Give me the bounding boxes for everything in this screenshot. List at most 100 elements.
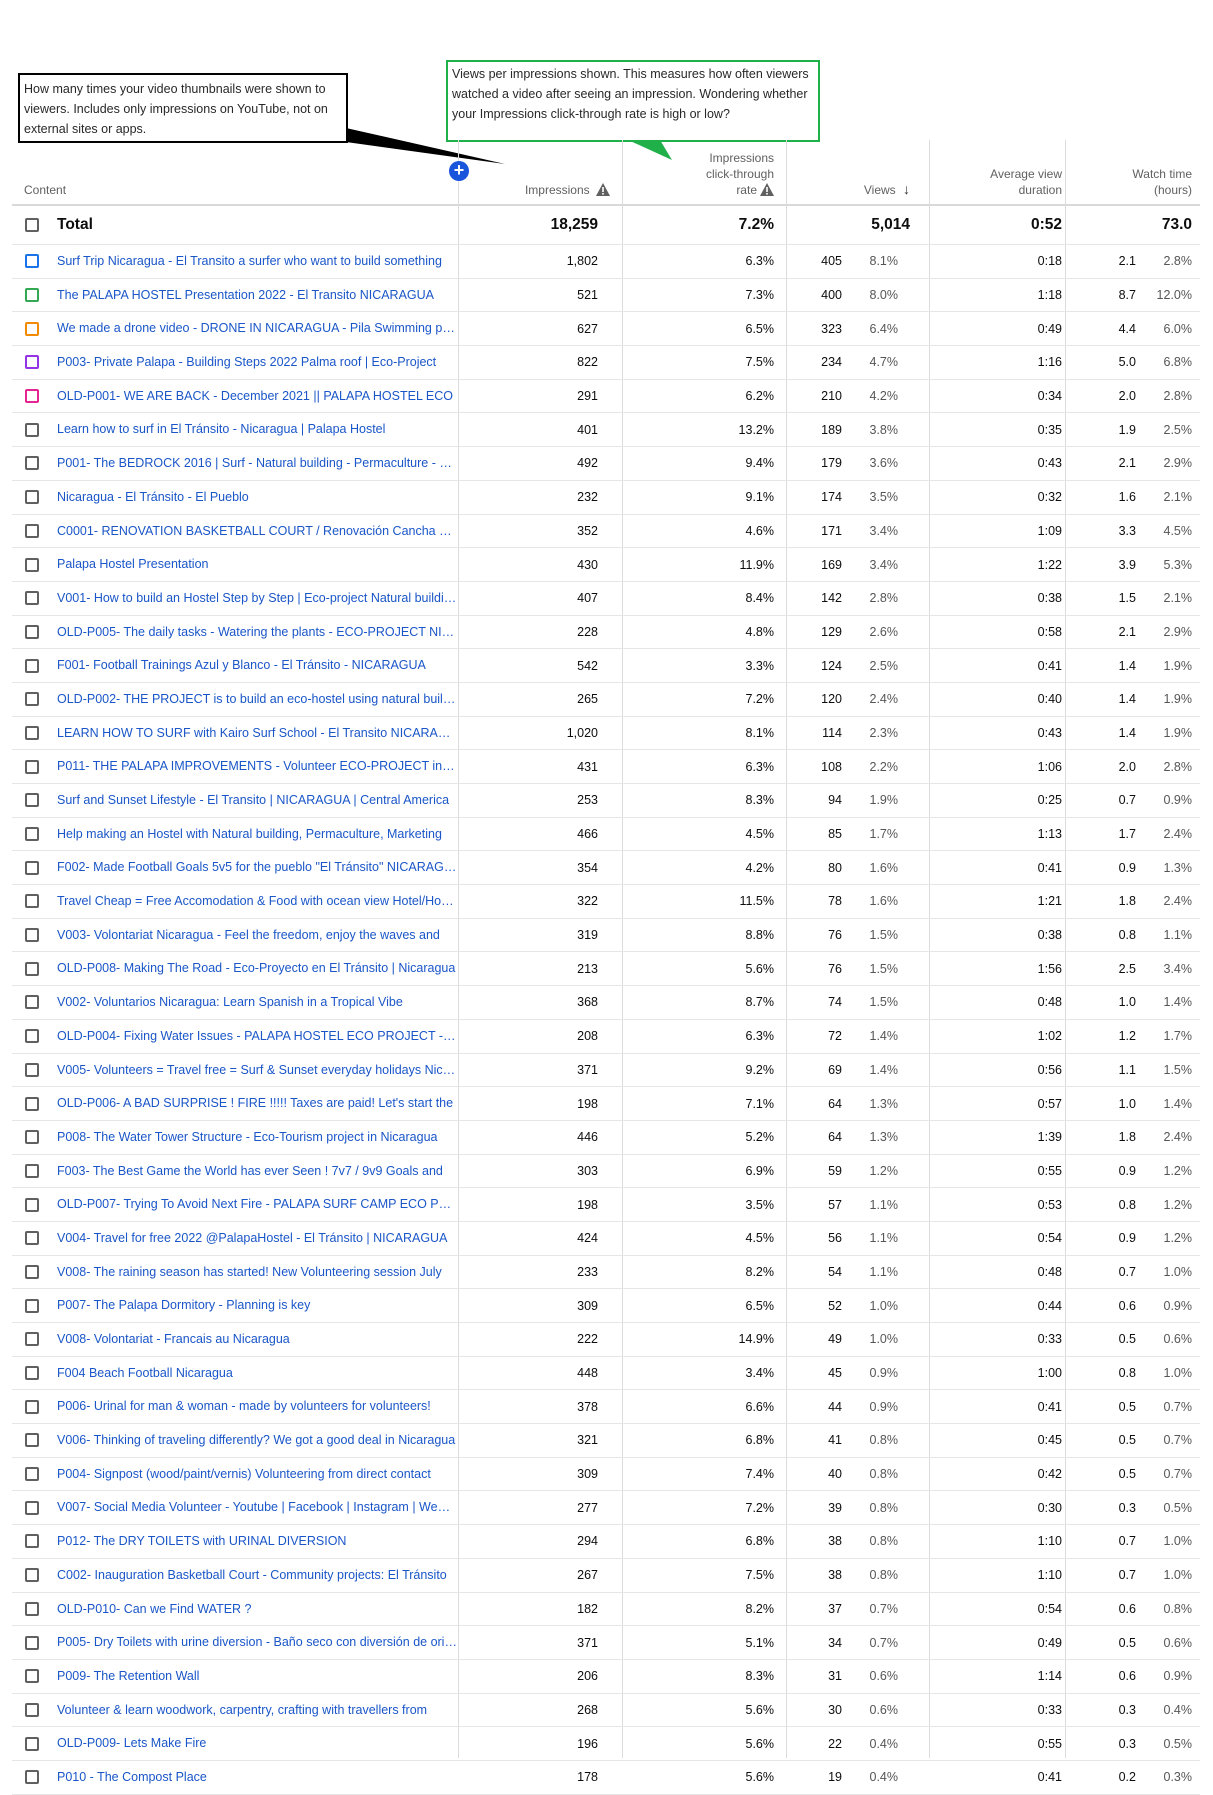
row-checkbox[interactable] [25,1635,39,1650]
video-title[interactable]: Nicaragua - El Tránsito - El Pueblo [57,481,457,514]
video-title[interactable]: V001- How to build an Hostel Step by Ste… [57,582,457,615]
row-checkbox[interactable] [25,1062,39,1077]
video-title[interactable]: P001- The BEDROCK 2016 | Surf - Natural … [57,447,457,480]
video-title[interactable]: P003- Private Palapa - Building Steps 20… [57,346,457,379]
row-checkbox-wrap[interactable] [25,481,43,514]
video-title[interactable]: The PALAPA HOSTEL Presentation 2022 - El… [57,279,457,312]
row-checkbox-wrap[interactable] [25,1660,43,1693]
video-title[interactable]: P005- Dry Toilets with urine diversion -… [57,1626,457,1659]
row-checkbox[interactable] [25,422,39,437]
row-checkbox-wrap[interactable] [25,380,43,413]
row-checkbox[interactable] [25,827,39,842]
video-title[interactable]: P012- The DRY TOILETS with URINAL DIVERS… [57,1525,457,1558]
row-checkbox-wrap[interactable] [25,1390,43,1423]
row-checkbox-wrap[interactable] [25,1593,43,1626]
row-checkbox[interactable] [25,1197,39,1212]
video-title[interactable]: OLD-P010- Can we Find WATER ? [57,1593,457,1626]
video-title[interactable]: C002- Inauguration Basketball Court - Co… [57,1559,457,1592]
row-checkbox-wrap[interactable] [25,1020,43,1053]
row-checkbox[interactable] [25,1231,39,1246]
header-impressions[interactable]: Impressions [458,182,610,198]
row-checkbox-wrap[interactable] [25,717,43,750]
header-watch-time[interactable]: Watch time (hours) [1078,166,1192,198]
row-checkbox-wrap[interactable] [25,1491,43,1524]
video-title[interactable]: P008- The Water Tower Structure - Eco-To… [57,1121,457,1154]
video-title[interactable]: P009- The Retention Wall [57,1660,457,1693]
total-checkbox-wrap[interactable] [25,206,43,244]
row-checkbox[interactable] [25,1601,39,1616]
row-checkbox-wrap[interactable] [25,312,43,345]
video-title[interactable]: Volunteer & learn woodwork, carpentry, c… [57,1694,457,1727]
row-checkbox[interactable] [25,1332,39,1347]
video-title[interactable]: V008- Volontariat - Francais au Nicaragu… [57,1323,457,1356]
row-checkbox[interactable] [25,692,39,707]
row-checkbox[interactable] [25,894,39,909]
row-checkbox[interactable] [25,1163,39,1178]
row-checkbox-wrap[interactable] [25,1559,43,1592]
video-title[interactable]: Surf and Sunset Lifestyle - El Transito … [57,784,457,817]
row-checkbox-wrap[interactable] [25,1323,43,1356]
row-checkbox[interactable] [25,355,39,370]
row-checkbox[interactable] [25,725,39,740]
video-title[interactable]: V004- Travel for free 2022 @PalapaHostel… [57,1222,457,1255]
row-checkbox-wrap[interactable] [25,1694,43,1727]
row-checkbox[interactable] [25,1264,39,1279]
row-checkbox-wrap[interactable] [25,885,43,918]
row-checkbox-wrap[interactable] [25,447,43,480]
video-title[interactable]: P007- The Palapa Dormitory - Planning is… [57,1289,457,1322]
video-title[interactable]: P011- THE PALAPA IMPROVEMENTS - Voluntee… [57,750,457,783]
row-checkbox[interactable] [25,1130,39,1145]
row-checkbox-wrap[interactable] [25,1188,43,1221]
row-checkbox-wrap[interactable] [25,919,43,952]
row-checkbox[interactable] [25,1298,39,1313]
row-checkbox-wrap[interactable] [25,1424,43,1457]
row-checkbox-wrap[interactable] [25,515,43,548]
row-checkbox[interactable] [25,591,39,606]
video-title[interactable]: LEARN HOW TO SURF with Kairo Surf School… [57,717,457,750]
row-checkbox-wrap[interactable] [25,1256,43,1289]
row-checkbox-wrap[interactable] [25,413,43,446]
video-title[interactable]: V005- Volunteers = Travel free = Surf & … [57,1054,457,1087]
video-title[interactable]: V006- Thinking of traveling differently?… [57,1424,457,1457]
row-checkbox-wrap[interactable] [25,683,43,716]
video-title[interactable]: P006- Urinal for man & woman - made by v… [57,1390,457,1423]
video-title[interactable]: We made a drone video - DRONE IN NICARAG… [57,312,457,345]
row-checkbox[interactable] [25,759,39,774]
row-checkbox-wrap[interactable] [25,616,43,649]
video-title[interactable]: Travel Cheap = Free Accomodation & Food … [57,885,457,918]
row-checkbox-wrap[interactable] [25,1054,43,1087]
video-title[interactable]: C0001- RENOVATION BASKETBALL COURT / Ren… [57,515,457,548]
row-checkbox[interactable] [25,1029,39,1044]
row-checkbox[interactable] [25,1534,39,1549]
row-checkbox[interactable] [25,1736,39,1751]
video-title[interactable]: P004- Signpost (wood/paint/vernis) Volun… [57,1458,457,1491]
row-checkbox-wrap[interactable] [25,851,43,884]
video-title[interactable]: F004 Beach Football Nicaragua [57,1357,457,1390]
row-checkbox[interactable] [25,1770,39,1785]
video-title[interactable]: OLD-P001- WE ARE BACK - December 2021 ||… [57,380,457,413]
row-checkbox[interactable] [25,1568,39,1583]
row-checkbox[interactable] [25,254,39,269]
row-checkbox-wrap[interactable] [25,986,43,1019]
video-title[interactable]: F001- Football Trainings Azul y Blanco -… [57,649,457,682]
video-title[interactable]: OLD-P008- Making The Road - Eco-Proyecto… [57,952,457,985]
row-checkbox[interactable] [25,1366,39,1381]
row-checkbox-wrap[interactable] [25,784,43,817]
video-title[interactable]: V007- Social Media Volunteer - Youtube |… [57,1491,457,1524]
row-checkbox-wrap[interactable] [25,1626,43,1659]
video-title[interactable]: F003- The Best Game the World has ever S… [57,1155,457,1188]
row-checkbox[interactable] [25,793,39,808]
row-checkbox[interactable] [25,961,39,976]
video-title[interactable]: OLD-P005- The daily tasks - Watering the… [57,616,457,649]
row-checkbox[interactable] [25,1702,39,1717]
row-checkbox[interactable] [25,1399,39,1414]
video-title[interactable]: V008- The raining season has started! Ne… [57,1256,457,1289]
header-content[interactable]: Content [24,182,66,198]
video-title[interactable]: V002- Voluntarios Nicaragua: Learn Spani… [57,986,457,1019]
row-checkbox[interactable] [25,1669,39,1684]
row-checkbox[interactable] [25,1500,39,1515]
row-checkbox[interactable] [25,288,39,303]
header-views[interactable]: Views ↓ [788,181,910,198]
row-checkbox[interactable] [25,1096,39,1111]
row-checkbox[interactable] [25,1467,39,1482]
